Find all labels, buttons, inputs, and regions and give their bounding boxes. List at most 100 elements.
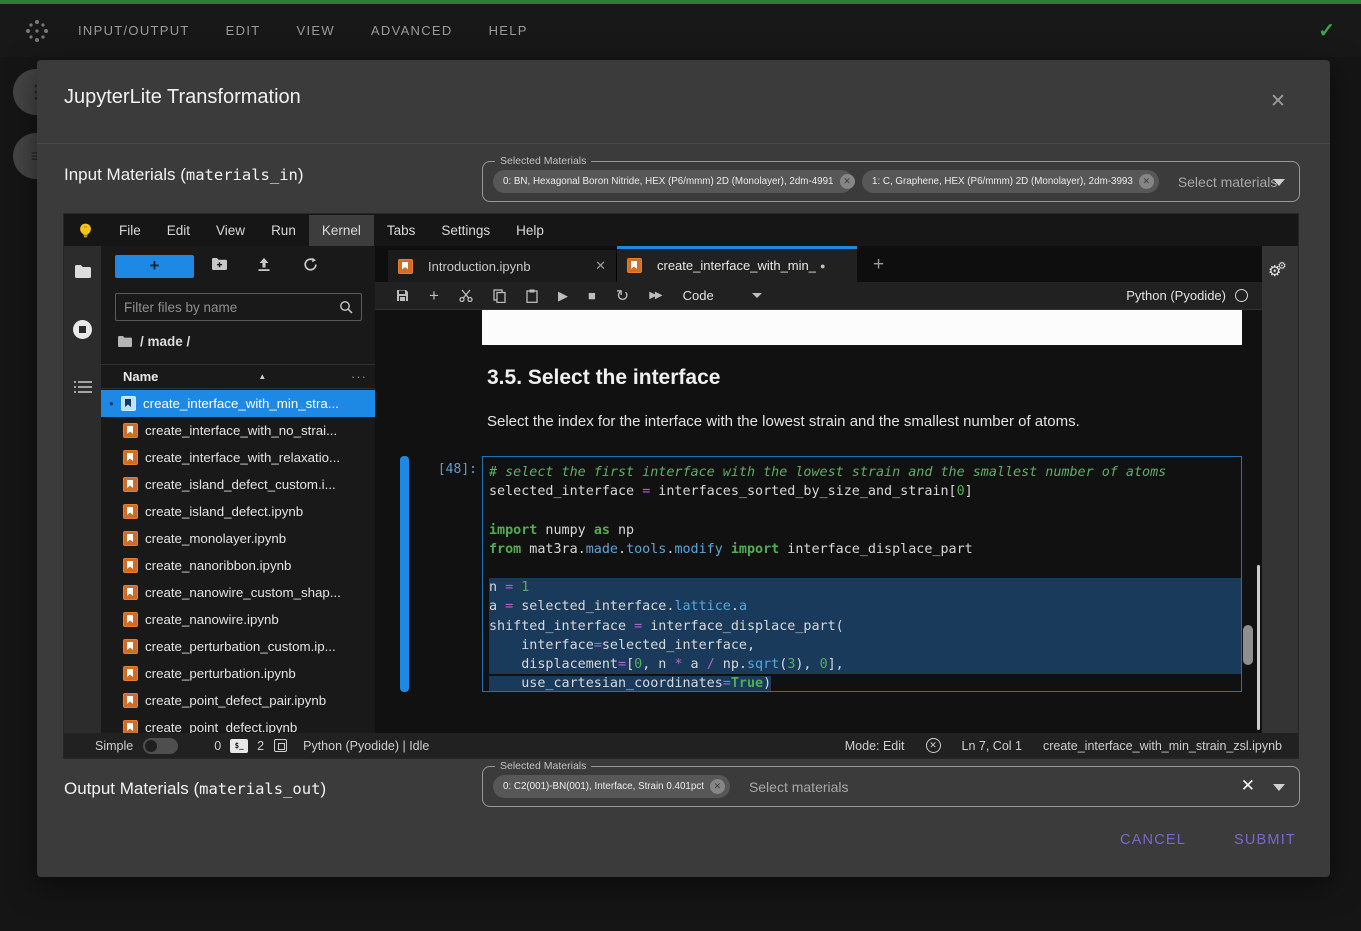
file-row[interactable]: create_monolayer.ipynb (101, 525, 375, 552)
trust-indicator-icon[interactable]: ✕ (926, 738, 941, 753)
header-more-icon[interactable]: ··· (351, 369, 367, 384)
file-row[interactable]: create_interface_with_no_strai... (101, 417, 375, 444)
file-browser-panel: + Filter files by name (101, 246, 375, 733)
running-kernels-tab-icon[interactable] (64, 320, 101, 344)
output-dropdown-caret-icon[interactable] (1273, 784, 1285, 791)
sort-caret-icon: ▲ (258, 372, 266, 381)
file-row[interactable]: create_perturbation_custom.ip... (101, 633, 375, 660)
jupyter-menu-file[interactable]: File (106, 215, 154, 246)
input-material-chip-label: 1: C, Graphene, HEX (P6/mmm) 2D (Monolay… (872, 176, 1133, 187)
copy-cell-icon[interactable] (493, 289, 506, 303)
search-icon (339, 300, 353, 314)
add-cell-icon[interactable]: + (429, 286, 439, 306)
app-menu-item-help[interactable]: HELP (489, 23, 528, 38)
terminal-icon[interactable]: $_ (230, 739, 248, 753)
jupyter-menu-run[interactable]: Run (258, 215, 309, 246)
chip-remove-icon[interactable]: ✕ (840, 174, 855, 189)
file-row[interactable]: create_point_defect.ipynb (101, 714, 375, 733)
kernel-chip-icon[interactable] (274, 739, 287, 752)
add-tab-button[interactable]: + (863, 254, 894, 282)
submit-button[interactable]: SUBMIT (1232, 826, 1298, 854)
input-material-chip-label: 0: BN, Hexagonal Boron Nitride, HEX (P6/… (503, 176, 834, 187)
file-row[interactable]: create_nanowire.ipynb (101, 606, 375, 633)
save-icon[interactable] (396, 289, 409, 302)
simple-mode-toggle[interactable] (143, 738, 178, 754)
mode-indicator[interactable]: Mode: Edit (845, 739, 905, 753)
app-logo-icon[interactable] (24, 18, 50, 44)
app-menu-item-view[interactable]: VIEW (296, 23, 334, 38)
kernel-name[interactable]: Python (Pyodide) (1126, 288, 1226, 303)
cell-type-select[interactable]: Code (683, 288, 714, 303)
chip-remove-icon[interactable]: ✕ (710, 779, 725, 794)
chip-remove-icon[interactable]: ✕ (1139, 174, 1154, 189)
settings-gears-icon[interactable]: ⚙⚙ (1268, 262, 1290, 280)
file-row[interactable]: create_nanowire_custom_shap... (101, 579, 375, 606)
table-of-contents-tab-icon[interactable] (64, 380, 101, 399)
execution-count: [48]: (413, 462, 477, 477)
file-row[interactable]: ●create_interface_with_min_stra... (101, 390, 375, 417)
output-fieldset-legend: Selected Materials (495, 760, 591, 772)
app-menu-item-input-output[interactable]: INPUT/OUTPUT (78, 23, 190, 38)
output-materials-select[interactable]: Selected Materials 0: C2(001)-BN(001), I… (482, 766, 1300, 807)
file-name: create_island_defect_custom.i... (145, 477, 336, 492)
app-menu: INPUT/OUTPUT EDIT VIEW ADVANCED HELP (78, 23, 528, 38)
notebook-file-icon (123, 720, 138, 733)
file-row[interactable]: create_island_defect.ipynb (101, 498, 375, 525)
jupyter-menu-edit[interactable]: Edit (154, 215, 203, 246)
output-material-chip: 0: C2(001)-BN(001), Interface, Strain 0.… (493, 775, 730, 798)
file-row[interactable]: create_nanoribbon.ipynb (101, 552, 375, 579)
tab-introduction[interactable]: Introduction.ipynb ✕ (388, 250, 617, 282)
new-launcher-button[interactable]: + (115, 255, 194, 278)
jupyter-menu-help[interactable]: Help (503, 215, 557, 246)
file-browser-tab-icon[interactable] (64, 264, 101, 284)
run-cell-icon[interactable]: ▶ (558, 288, 568, 304)
jupyterlite-transformation-dialog: JupyterLite Transformation ✕ Input Mater… (37, 60, 1330, 877)
jupyter-menu-settings[interactable]: Settings (428, 215, 503, 246)
cancel-button[interactable]: CANCEL (1118, 826, 1188, 854)
code-line: selected_interface = interfaces_sorted_b… (489, 482, 1241, 501)
app-menu-item-edit[interactable]: EDIT (226, 23, 261, 38)
kernel-status-text[interactable]: Python (Pyodide) | Idle (303, 739, 429, 753)
jupyter-menu-tabs[interactable]: Tabs (374, 215, 429, 246)
jupyter-menu-kernel[interactable]: Kernel (309, 215, 374, 246)
file-row[interactable]: create_island_defect_custom.i... (101, 471, 375, 498)
filter-files-input[interactable]: Filter files by name (115, 293, 362, 321)
cell-collapser[interactable] (400, 456, 409, 692)
input-material-chip: 0: BN, Hexagonal Boron Nitride, HEX (P6/… (493, 170, 853, 193)
file-row[interactable]: create_point_defect_pair.ipynb (101, 687, 375, 714)
refresh-icon[interactable] (303, 257, 318, 277)
input-material-chip: 1: C, Graphene, HEX (P6/mmm) 2D (Monolay… (862, 170, 1159, 193)
cut-cell-icon[interactable] (459, 289, 473, 302)
stop-kernel-icon[interactable]: ■ (588, 288, 596, 303)
code-line: displacement=[0, n * a / np.sqrt(3), 0], (489, 655, 1241, 674)
tab-close-icon[interactable]: ✕ (587, 258, 606, 274)
new-folder-icon[interactable] (211, 257, 228, 276)
restart-kernel-icon[interactable]: ↻ (616, 286, 629, 306)
code-line: from mat3ra.made.tools.modify import int… (489, 540, 1241, 559)
input-materials-select[interactable]: Selected Materials 0: BN, Hexagonal Boro… (482, 161, 1300, 202)
notebook-file-icon (398, 259, 413, 274)
code-cell-editor[interactable]: # select the first interface with the lo… (482, 456, 1242, 692)
app-menu-item-advanced[interactable]: ADVANCED (371, 23, 453, 38)
upload-icon[interactable] (257, 257, 271, 277)
breadcrumb-path: / made / (140, 334, 190, 349)
jupyter-menu-view[interactable]: View (203, 215, 258, 246)
dialog-close-icon[interactable]: ✕ (1265, 89, 1291, 115)
paste-cell-icon[interactable] (526, 289, 538, 303)
current-filename: create_interface_with_min_strain_zsl.ipy… (1043, 739, 1282, 753)
file-row[interactable]: create_perturbation.ipynb (101, 660, 375, 687)
kernel-status-icon[interactable] (1235, 289, 1248, 302)
restart-run-all-icon[interactable]: ▶▶ (649, 290, 660, 301)
notebook-file-icon (123, 477, 138, 492)
input-dropdown-caret-icon[interactable] (1273, 179, 1285, 186)
cursor-position[interactable]: Ln 7, Col 1 (962, 739, 1022, 753)
section-paragraph: Select the index for the interface with … (487, 413, 1080, 430)
scrollbar-thumb[interactable] (1243, 625, 1253, 665)
output-clear-icon[interactable]: ✕ (1241, 776, 1255, 796)
file-list-header[interactable]: Name ▲ ··· (101, 364, 375, 389)
file-row[interactable]: create_interface_with_relaxatio... (101, 444, 375, 471)
dock-scrollbar[interactable] (1257, 565, 1260, 730)
breadcrumb[interactable]: / made / (117, 334, 190, 349)
cell-type-caret-icon[interactable] (752, 293, 762, 298)
tab-create-interface[interactable]: create_interface_with_min_ ● (617, 246, 857, 282)
